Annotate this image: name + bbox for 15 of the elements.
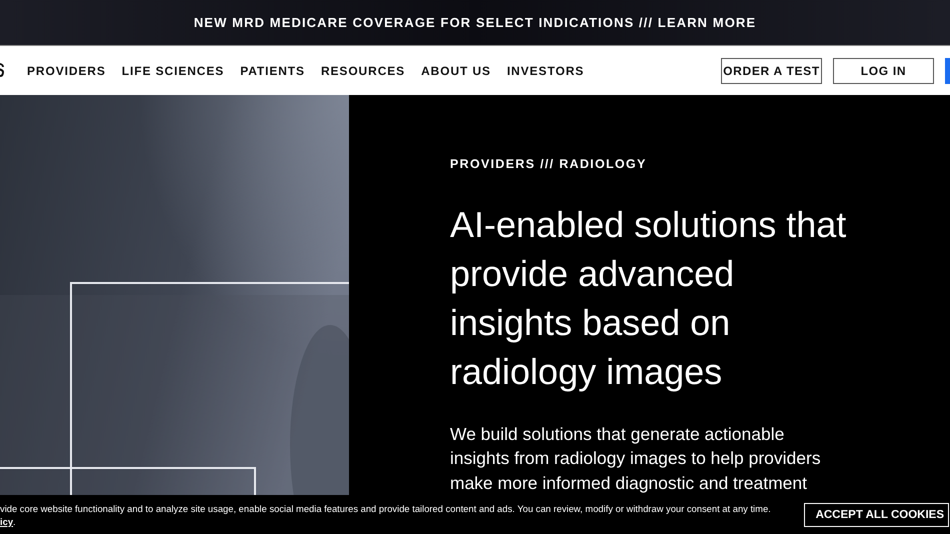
hero-description: We build solutions that generate actionable insights from radiology images to help providers make more informed diagnostic and treatment <box>450 422 822 495</box>
breadcrumb: PROVIDERS /// RADIOLOGY <box>450 156 648 173</box>
accept-cookies-button[interactable]: ACCEPT ALL COOKIES <box>804 502 949 526</box>
hero-heading: AI-enabled solutions that provide advanced insights based on radiology images <box>450 202 848 394</box>
nav-link[interactable]: PATIENTS <box>240 62 305 80</box>
cookie-notice-text: . <box>13 516 16 526</box>
cookie-notice-text: vide core website functionality and to analyze site usage, enable social media features and provide tailored content and ads. You can review, modify or withdraw your consent at any time. <box>0 502 771 514</box>
nav-link[interactable]: INVESTORS <box>506 62 584 80</box>
nav-link[interactable]: LIFE SCIENCES <box>122 62 224 80</box>
nav-link[interactable]: ABOUT US <box>421 62 491 80</box>
nav-link[interactable]: RESOURCES <box>320 62 406 80</box>
policy-link[interactable]: icy <box>0 516 14 526</box>
nav-button[interactable]: LOG IN <box>833 58 934 84</box>
nav-link[interactable]: PROVIDERS <box>27 62 106 80</box>
nav-button[interactable]: ORDER A TEST <box>721 58 822 84</box>
